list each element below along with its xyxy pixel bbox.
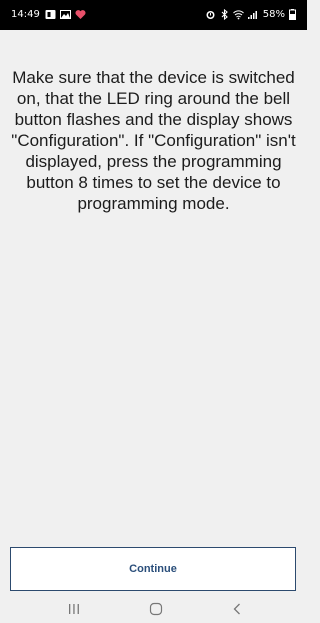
status-bar: 14:49 58% — [0, 0, 307, 30]
alarm-icon — [205, 9, 216, 20]
recents-icon[interactable] — [68, 602, 80, 621]
navigation-bar — [0, 598, 307, 623]
battery-icon — [289, 9, 296, 20]
status-right: 58% — [205, 8, 299, 21]
heart-app-icon — [75, 9, 86, 20]
signal-icon — [247, 9, 258, 20]
back-icon[interactable] — [232, 602, 242, 621]
gallery-icon — [59, 9, 71, 20]
bluetooth-icon — [219, 8, 230, 21]
status-time: 14:49 — [11, 9, 40, 20]
notification-icon — [45, 9, 56, 20]
continue-button[interactable]: Continue — [10, 547, 296, 591]
battery-percent: 58% — [262, 9, 285, 20]
wifi-icon — [232, 9, 244, 20]
home-icon[interactable] — [149, 602, 163, 621]
status-left: 14:49 — [11, 9, 90, 20]
instruction-message: Make sure that the device is switched on… — [11, 68, 296, 213]
